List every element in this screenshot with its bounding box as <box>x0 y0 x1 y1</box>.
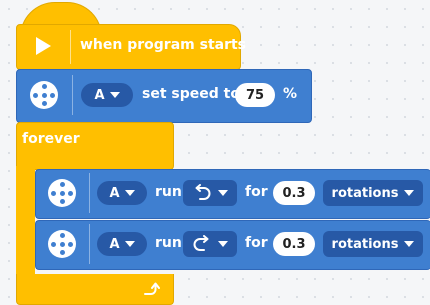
chevron-down-icon <box>404 190 415 196</box>
clockwise-arrow-icon <box>193 235 209 251</box>
set-speed-label: set speed to <box>142 86 240 102</box>
direction-dropdown[interactable] <box>183 231 237 257</box>
run-label: run <box>155 184 182 200</box>
direction-dropdown[interactable] <box>183 180 237 206</box>
chevron-down-icon <box>124 241 135 247</box>
port-dropdown[interactable]: A <box>97 232 147 256</box>
port-label: A <box>109 236 120 252</box>
unit-label: rotations <box>331 185 399 201</box>
unit-label: rotations <box>331 236 399 252</box>
port-label: A <box>109 185 120 201</box>
hat-block-label: when program starts <box>80 37 247 53</box>
chevron-down-icon <box>404 241 415 247</box>
port-dropdown[interactable]: A <box>81 83 133 107</box>
block-divider <box>89 224 90 264</box>
chevron-down-icon <box>124 190 135 196</box>
motor-icon <box>24 81 64 109</box>
port-dropdown[interactable]: A <box>97 181 147 205</box>
for-label: for <box>245 184 268 200</box>
run-label: run <box>155 235 182 251</box>
block-divider <box>89 173 90 213</box>
motor-icon <box>44 179 80 207</box>
chevron-down-icon <box>109 92 120 98</box>
port-label: A <box>94 87 105 103</box>
unit-dropdown[interactable]: rotations <box>323 231 423 257</box>
counterclockwise-arrow-icon <box>195 184 211 200</box>
block-divider <box>72 75 73 115</box>
motor-icon <box>44 230 80 258</box>
forever-arm <box>16 166 35 276</box>
for-label: for <box>245 235 268 251</box>
unit-dropdown[interactable]: rotations <box>323 180 423 206</box>
chevron-down-icon <box>218 190 228 196</box>
forever-label: forever <box>22 131 80 147</box>
chevron-down-icon <box>218 241 228 247</box>
amount-input[interactable]: 0.3 <box>273 232 315 256</box>
speed-unit-label: % <box>283 86 298 102</box>
play-icon <box>36 37 51 55</box>
speed-value-input[interactable]: 75 <box>235 83 275 107</box>
amount-input[interactable]: 0.3 <box>273 181 315 205</box>
hat-divider <box>70 30 71 64</box>
loop-arrow-icon <box>144 282 160 295</box>
